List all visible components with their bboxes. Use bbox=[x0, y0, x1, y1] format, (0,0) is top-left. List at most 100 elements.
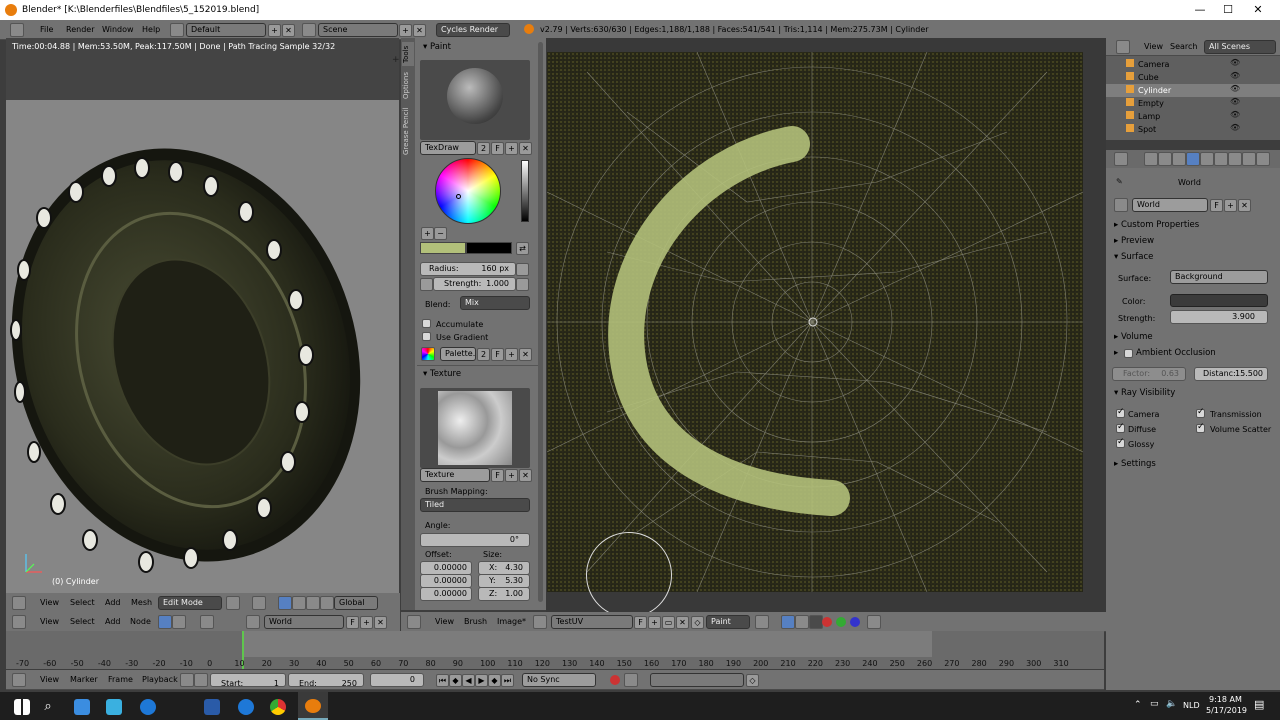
settings-panel[interactable]: ▸ Settings bbox=[1114, 459, 1156, 469]
constraints-tab-icon[interactable] bbox=[1214, 152, 1228, 166]
outliner-row-spot[interactable]: Spot 👁 bbox=[1106, 123, 1280, 136]
texture-panel-header[interactable]: ▾ Texture bbox=[423, 369, 461, 379]
sync-select[interactable]: No Sync bbox=[522, 673, 596, 687]
outliner-menu-search[interactable]: Search bbox=[1170, 42, 1197, 51]
ray-transmission-checkbox[interactable] bbox=[1196, 407, 1205, 418]
mode-select[interactable]: Edit Mode bbox=[158, 596, 222, 610]
surface-panel[interactable]: ▾ Surface bbox=[1114, 252, 1153, 262]
render-layers-tab-icon[interactable] bbox=[1158, 152, 1172, 166]
chrome-icon[interactable] bbox=[270, 699, 286, 715]
palette-users-count[interactable]: 2 bbox=[477, 348, 490, 361]
jump-end-button[interactable]: ⏭ bbox=[501, 674, 514, 687]
menu-window[interactable]: Window bbox=[102, 25, 134, 34]
z-buffer-icon[interactable] bbox=[809, 615, 823, 629]
menu-render[interactable]: Render bbox=[66, 25, 94, 34]
node-world-field[interactable]: World bbox=[264, 615, 344, 629]
ao-distance-field[interactable]: Distanc: 15.500 bbox=[1194, 367, 1268, 381]
render-tab-icon[interactable] bbox=[1144, 152, 1158, 166]
brush-mapping-select[interactable]: Tiled bbox=[420, 498, 530, 512]
ray-glossy-checkbox[interactable] bbox=[1116, 437, 1125, 448]
timeline-menu-playback[interactable]: Playback bbox=[142, 675, 178, 684]
outliner-menu-view[interactable]: View bbox=[1144, 42, 1163, 51]
blend-select[interactable]: Mix bbox=[460, 296, 530, 310]
timeline-menu-marker[interactable]: Marker bbox=[70, 675, 98, 684]
tray-up-arrow-icon[interactable]: ⌃ bbox=[1134, 700, 1142, 710]
outliner-row-empty[interactable]: Empty 👁 bbox=[1106, 97, 1280, 110]
color-add-button[interactable]: + bbox=[421, 227, 434, 240]
offset-z-field[interactable]: 0.00000 bbox=[420, 587, 472, 601]
draw-channels-icon[interactable] bbox=[781, 615, 795, 629]
outliner-row-camera[interactable]: Camera 👁 bbox=[1106, 58, 1280, 71]
current-frame-field[interactable]: 0 bbox=[370, 673, 424, 687]
brush-fake-user-button[interactable]: F bbox=[491, 142, 504, 155]
material-tab-icon[interactable] bbox=[1256, 152, 1270, 166]
scale-icon[interactable] bbox=[320, 596, 334, 610]
node-editor-icon[interactable] bbox=[12, 615, 26, 629]
ao-panel[interactable]: ▸ bbox=[1114, 348, 1118, 358]
visibility-eye-icon[interactable]: 👁 bbox=[1230, 71, 1240, 80]
pin-icon[interactable]: ✎ bbox=[1116, 177, 1123, 186]
visibility-eye-icon[interactable]: 👁 bbox=[1230, 58, 1240, 67]
strength-pressure-icon[interactable] bbox=[516, 278, 529, 291]
node-menu-add[interactable]: Add bbox=[105, 617, 121, 626]
texture-add-button[interactable]: + bbox=[505, 469, 518, 482]
size-z-field[interactable]: Z: 1.00 bbox=[478, 587, 530, 601]
language-indicator[interactable]: NLD bbox=[1183, 701, 1200, 710]
rotate-icon[interactable] bbox=[306, 596, 320, 610]
volume-panel[interactable]: ▸ Volume bbox=[1114, 332, 1153, 342]
accumulate-checkbox[interactable] bbox=[422, 319, 431, 328]
visibility-eye-icon[interactable]: 👁 bbox=[1230, 110, 1240, 119]
shading-icon[interactable] bbox=[226, 596, 240, 610]
edge-icon[interactable] bbox=[140, 699, 156, 715]
manipulator-icon[interactable] bbox=[278, 596, 292, 610]
network-icon[interactable]: ▭ bbox=[1150, 699, 1159, 709]
jump-start-button[interactable]: ⏮ bbox=[436, 674, 449, 687]
world-datablock-icon[interactable] bbox=[1114, 198, 1128, 212]
offset-x-field[interactable]: 0.00000 bbox=[420, 561, 472, 575]
pivot-icon[interactable] bbox=[252, 596, 266, 610]
preview-range-icon[interactable] bbox=[180, 673, 194, 687]
task-view-icon[interactable] bbox=[74, 699, 90, 715]
3d-viewport[interactable]: Time:00:04.88 | Mem:53.50M, Peak:117.50M… bbox=[6, 38, 399, 593]
palette-icon[interactable] bbox=[421, 347, 435, 361]
strength-field[interactable]: Strength: 1.000 bbox=[433, 277, 516, 291]
world-color-swatch[interactable] bbox=[1170, 294, 1268, 307]
data-tab-icon[interactable] bbox=[1242, 152, 1256, 166]
timeline-menu-frame[interactable]: Frame bbox=[108, 675, 133, 684]
color-remove-button[interactable]: − bbox=[434, 227, 447, 240]
brush-remove-button[interactable]: ✕ bbox=[519, 142, 532, 155]
color-wheel[interactable] bbox=[435, 158, 501, 224]
texture-preview[interactable] bbox=[420, 388, 530, 468]
outliner-row-lamp[interactable]: Lamp 👁 bbox=[1106, 110, 1280, 123]
3d-menu-select[interactable]: Select bbox=[70, 598, 95, 607]
palette-add-button[interactable]: + bbox=[505, 348, 518, 361]
layout-add-button[interactable]: + bbox=[268, 24, 281, 37]
scene-tab-icon[interactable] bbox=[1172, 152, 1186, 166]
tray-date[interactable]: 5/17/2019 bbox=[1206, 706, 1247, 715]
radius-pressure-icon[interactable] bbox=[516, 263, 529, 276]
world-name-field[interactable]: World bbox=[1132, 198, 1208, 212]
translate-icon[interactable] bbox=[292, 596, 306, 610]
node-type-icon[interactable] bbox=[158, 615, 172, 629]
image-browse-icon[interactable] bbox=[533, 615, 547, 629]
uv-menu-image[interactable]: Image* bbox=[497, 617, 526, 626]
image-add-button[interactable]: + bbox=[648, 616, 661, 629]
green-channel-icon[interactable] bbox=[836, 617, 846, 627]
node-type2-icon[interactable] bbox=[172, 615, 186, 629]
viewport-plus-icon[interactable]: + bbox=[392, 55, 400, 65]
ray-camera-checkbox[interactable] bbox=[1116, 407, 1125, 418]
image-pin-button[interactable]: ◇ bbox=[691, 616, 704, 629]
tab-tools[interactable]: Tools bbox=[402, 42, 414, 66]
image-open-button[interactable]: ▭ bbox=[662, 616, 675, 629]
outliner-editor-icon[interactable] bbox=[1116, 40, 1130, 54]
node-world-add-button[interactable]: + bbox=[360, 616, 373, 629]
node-type3-icon[interactable] bbox=[200, 615, 214, 629]
ao-checkbox[interactable] bbox=[1124, 349, 1133, 358]
keying-set-field[interactable] bbox=[650, 673, 744, 687]
visibility-eye-icon[interactable]: 👁 bbox=[1230, 123, 1240, 132]
keying-set-icon[interactable] bbox=[624, 673, 638, 687]
palette-name-field[interactable]: Palette. bbox=[440, 347, 476, 361]
world-tab-icon[interactable] bbox=[1186, 152, 1200, 166]
scene-field[interactable]: Scene bbox=[318, 23, 398, 37]
texture-name-field[interactable]: Texture bbox=[420, 468, 490, 482]
